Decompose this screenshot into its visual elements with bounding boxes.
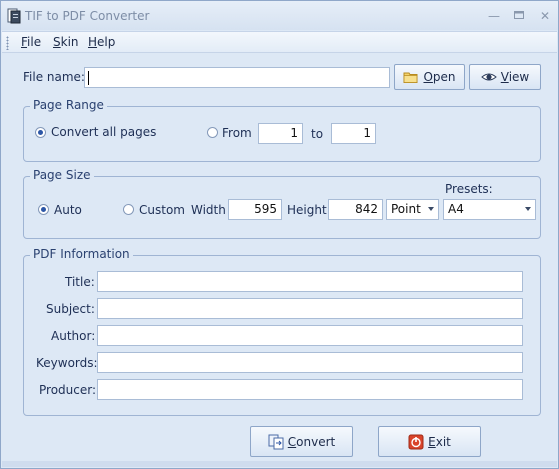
eye-icon — [480, 73, 497, 81]
exit-button[interactable]: Exit — [378, 426, 481, 457]
file-name-label: File name: — [23, 70, 85, 84]
custom-label: Custom — [139, 203, 185, 217]
to-label: to — [311, 127, 324, 141]
custom-radio[interactable] — [123, 204, 134, 215]
app-icon — [7, 8, 21, 24]
convert-all-label: Convert all pages — [51, 125, 157, 139]
menu-file-label: ile — [27, 35, 42, 49]
menu-bar: File Skin Help — [2, 31, 557, 53]
pdf-info-title: PDF Information — [30, 247, 133, 261]
folder-icon — [403, 72, 418, 83]
open-button-label: pen — [432, 70, 456, 84]
title-input[interactable] — [97, 271, 523, 292]
convert-button-accel: C — [287, 434, 297, 449]
from-page-value: 1 — [290, 126, 298, 140]
exit-icon — [408, 434, 424, 449]
menu-skin[interactable]: Skin — [53, 35, 79, 49]
from-radio[interactable] — [207, 127, 218, 138]
producer-input[interactable] — [97, 379, 523, 400]
window-title: TIF to PDF Converter — [25, 9, 150, 23]
author-label: Author: — [51, 329, 96, 343]
preset-value: A4 — [448, 202, 464, 216]
unit-value: Point — [391, 202, 421, 216]
open-button-accel: O — [423, 70, 433, 84]
producer-label: Producer: — [39, 383, 97, 397]
menu-help-accel: H — [88, 35, 98, 49]
chevron-down-icon — [525, 207, 531, 211]
convert-all-radio[interactable] — [35, 127, 46, 138]
exit-button-label: xit — [435, 434, 451, 449]
width-label: Width — [191, 203, 226, 217]
view-button-label: iew — [508, 70, 530, 84]
app-window: TIF to PDF Converter — ✕ File Skin Help … — [0, 0, 559, 469]
close-icon[interactable]: ✕ — [538, 9, 552, 23]
menu-grip-icon — [6, 36, 9, 50]
convert-button[interactable]: Convert — [250, 426, 353, 457]
menu-skin-accel: S — [53, 35, 61, 49]
page-size-title: Page Size — [30, 168, 94, 182]
width-value: 595 — [254, 202, 277, 216]
preset-select[interactable]: A4 — [443, 199, 536, 220]
view-button-accel: V — [500, 70, 509, 84]
view-button[interactable]: View — [469, 64, 541, 90]
from-page-input[interactable]: 1 — [258, 123, 303, 144]
keywords-input[interactable] — [97, 352, 523, 373]
author-input[interactable] — [97, 325, 523, 346]
text-caret — [88, 71, 89, 85]
to-page-value: 1 — [363, 126, 371, 140]
minimize-icon[interactable]: — — [487, 9, 501, 23]
keywords-label: Keywords: — [36, 356, 98, 370]
status-strip — [2, 461, 557, 467]
convert-button-label: onvert — [296, 434, 336, 449]
chevron-down-icon — [428, 207, 434, 211]
menu-skin-label: kin — [60, 35, 79, 49]
file-name-input[interactable] — [84, 67, 390, 88]
maximize-icon[interactable] — [512, 9, 526, 23]
subject-label: Subject: — [46, 302, 95, 316]
exit-button-accel: E — [428, 434, 436, 449]
presets-label: Presets: — [445, 182, 493, 196]
unit-select[interactable]: Point — [386, 199, 439, 220]
height-input[interactable]: 842 — [328, 199, 383, 220]
auto-label: Auto — [54, 203, 82, 217]
to-page-input[interactable]: 1 — [331, 123, 376, 144]
menu-help[interactable]: Help — [88, 35, 115, 49]
convert-icon — [268, 434, 284, 449]
menu-help-label: elp — [97, 35, 116, 49]
from-label: From — [222, 126, 252, 140]
width-input[interactable]: 595 — [228, 199, 282, 220]
height-label: Height — [287, 203, 327, 217]
subject-input[interactable] — [97, 298, 523, 319]
height-value: 842 — [355, 202, 378, 216]
title-label: Title: — [65, 275, 95, 289]
page-range-title: Page Range — [30, 98, 107, 112]
open-button[interactable]: Open — [394, 64, 465, 90]
auto-radio[interactable] — [38, 204, 49, 215]
title-bar[interactable]: TIF to PDF Converter — ✕ — [1, 1, 558, 30]
menu-file[interactable]: File — [21, 35, 41, 49]
